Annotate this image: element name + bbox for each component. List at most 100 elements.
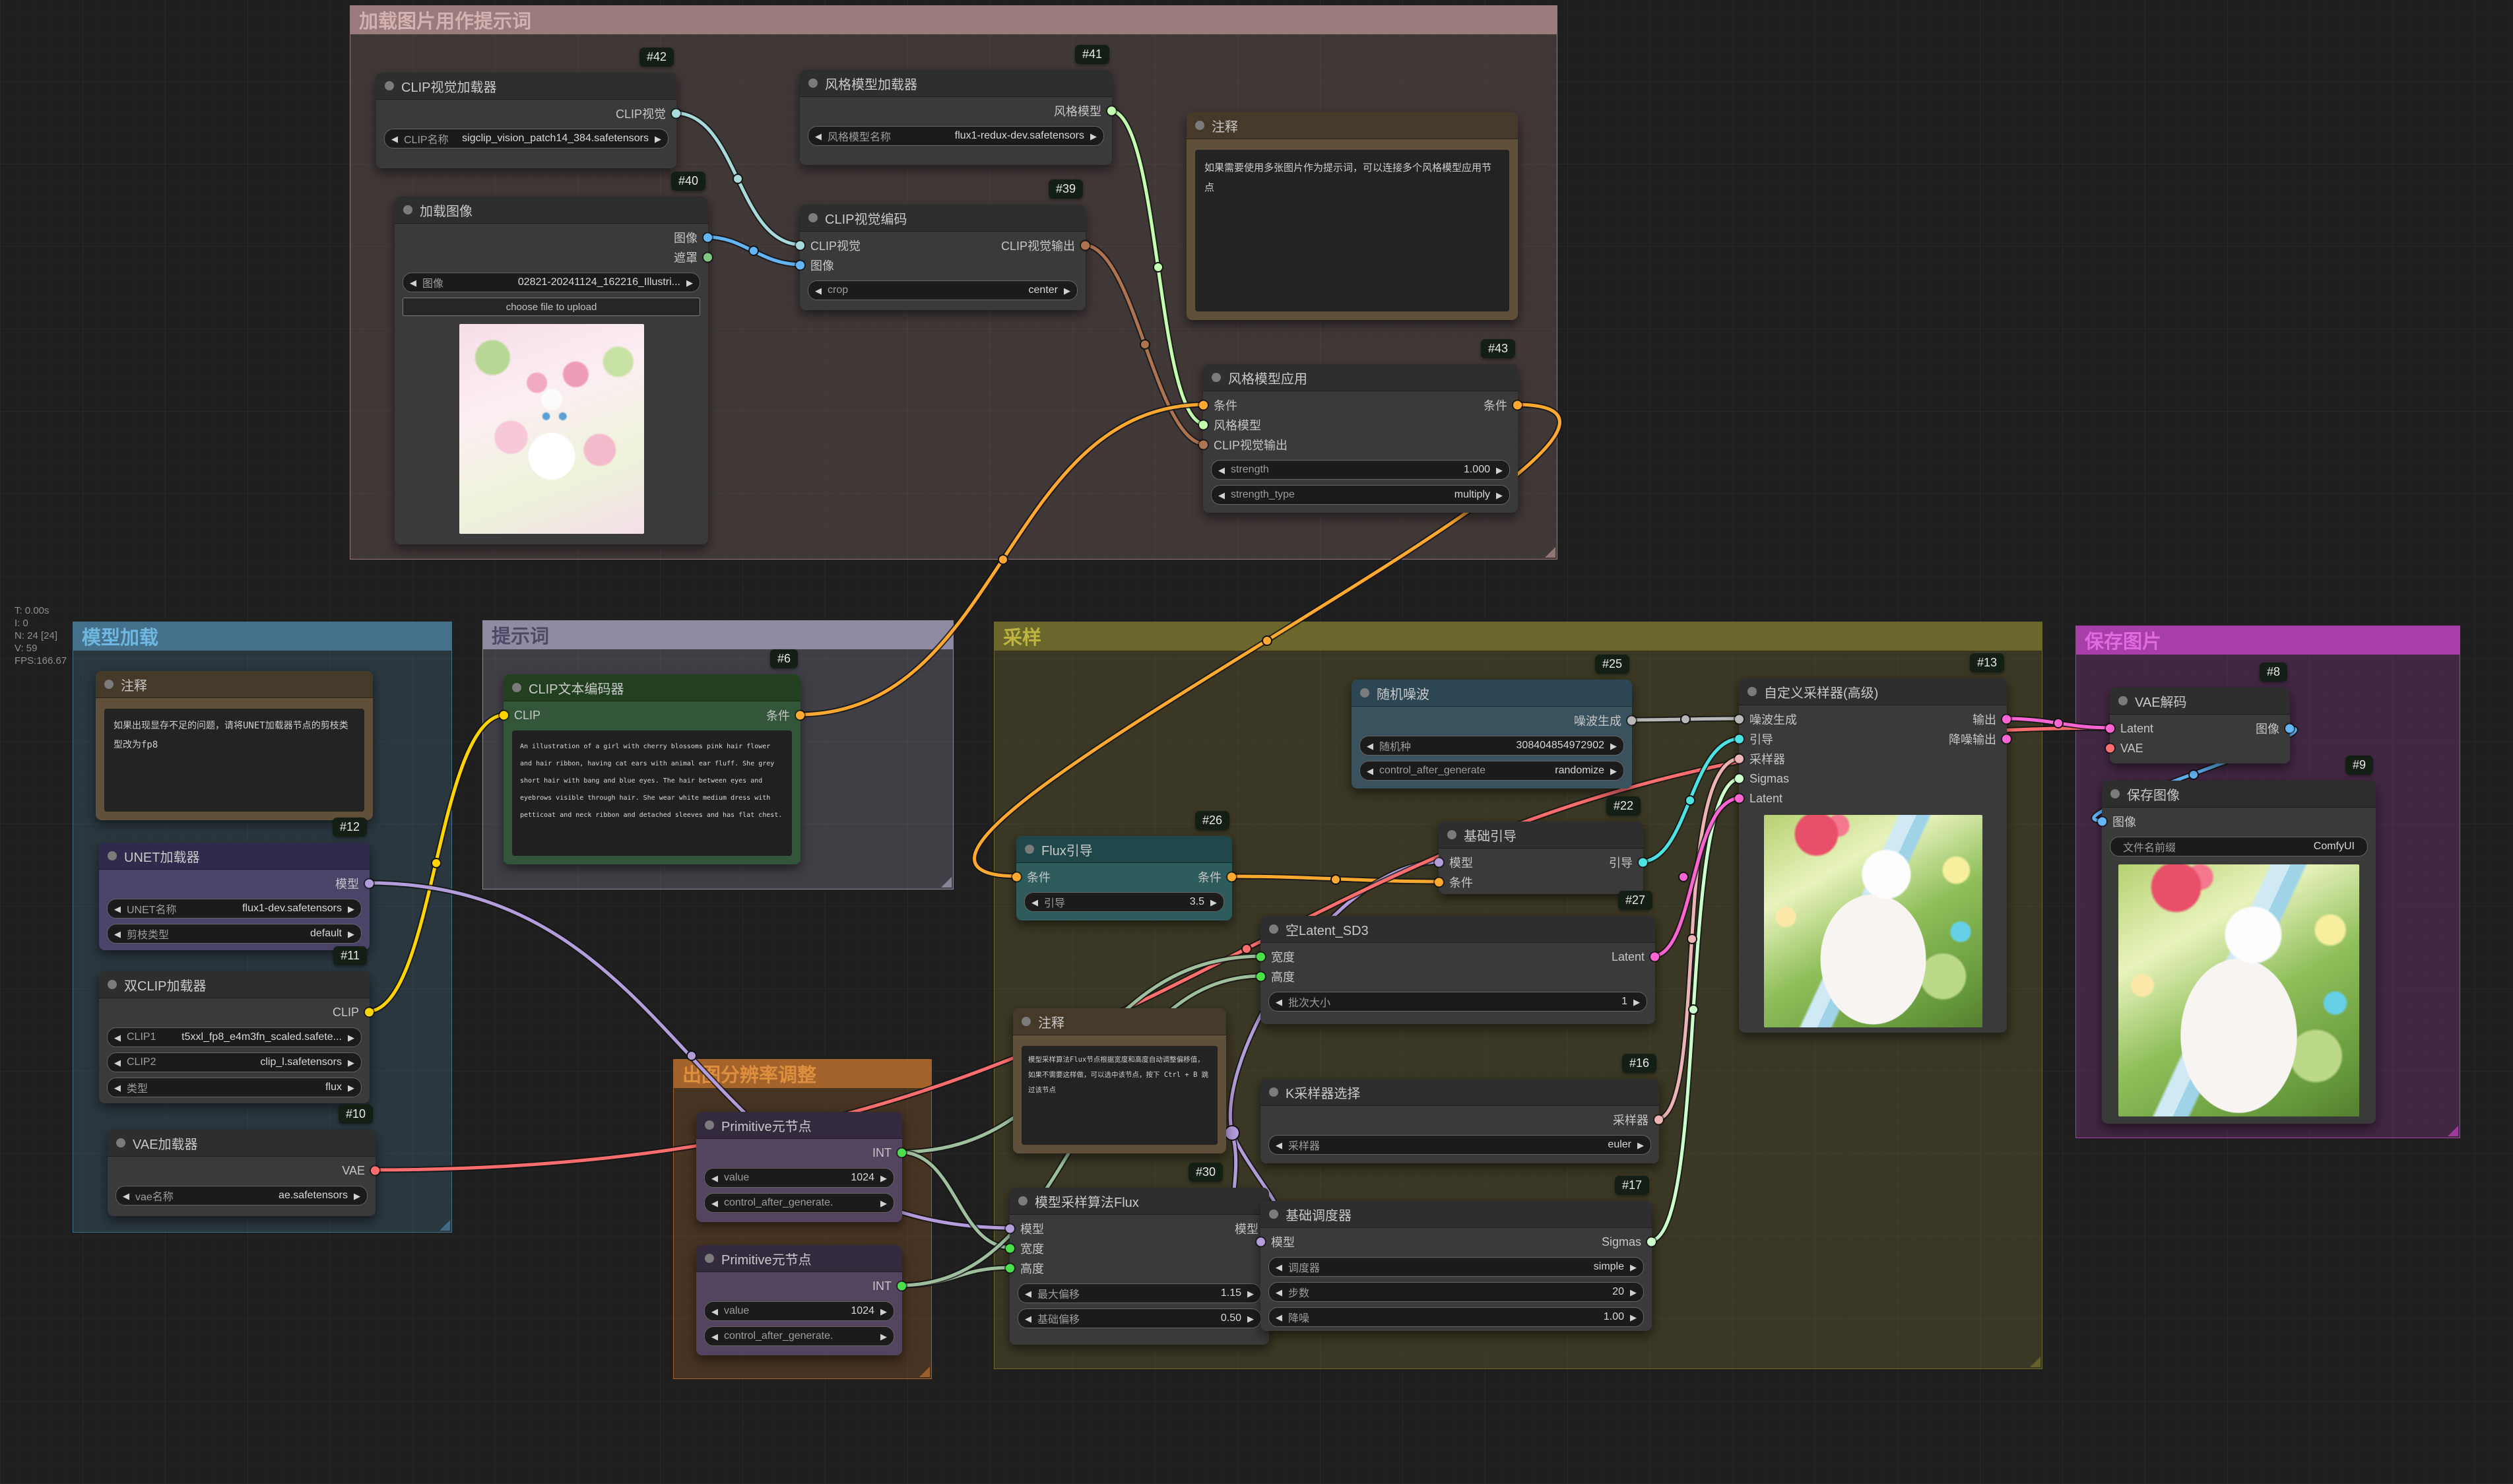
arrow-right-icon[interactable]: ▶ [1496, 466, 1503, 474]
node-header[interactable]: 风格模型应用 [1203, 364, 1518, 391]
prompt-textarea[interactable]: An illustration of a girl with cherry bl… [512, 730, 792, 856]
note-textarea[interactable]: 如果需要使用多张图片作为提示词，可以连接多个风格模型应用节点 [1195, 150, 1509, 311]
collapse-dot-icon[interactable] [108, 980, 117, 989]
slot-dot-image[interactable] [2098, 818, 2106, 826]
widget-scheduler[interactable]: ◀调度器simple▶ [1268, 1257, 1644, 1277]
arrow-left-icon[interactable]: ◀ [114, 1033, 121, 1042]
node-header[interactable]: Primitive元节点 [696, 1112, 902, 1139]
collapse-dot-icon[interactable] [2110, 789, 2120, 798]
arrow-right-icon[interactable]: ▶ [354, 1192, 360, 1200]
arrow-left-icon[interactable]: ◀ [114, 930, 121, 938]
arrow-right-icon[interactable]: ▶ [880, 1307, 887, 1316]
collapse-dot-icon[interactable] [808, 213, 818, 222]
slot-dot-latent[interactable] [2002, 735, 2011, 744]
slot-dot-latent[interactable] [2002, 715, 2011, 724]
collapse-dot-icon[interactable] [2118, 696, 2128, 705]
slot-dot-image[interactable] [703, 234, 712, 242]
collapse-dot-icon[interactable] [705, 1120, 714, 1130]
arrow-right-icon[interactable]: ▶ [1090, 132, 1097, 141]
slot-dot-sigmas[interactable] [1647, 1238, 1656, 1246]
slot-dot-int[interactable] [1006, 1244, 1014, 1253]
arrow-right-icon[interactable]: ▶ [880, 1332, 887, 1341]
widget-vae-name[interactable]: ◀vae名称ae.safetensors▶ [115, 1186, 368, 1206]
upload-button[interactable]: choose file to upload [403, 298, 700, 316]
node-header[interactable]: 随机噪波 [1352, 680, 1632, 707]
widget-sampler-name[interactable]: ◀采样器euler▶ [1268, 1135, 1651, 1155]
node-header[interactable]: UNET加载器 [99, 843, 370, 870]
group-title[interactable]: 提示词 [482, 620, 954, 649]
arrow-left-icon[interactable]: ◀ [1276, 1288, 1282, 1297]
collapse-dot-icon[interactable] [705, 1254, 714, 1263]
arrow-right-icon[interactable]: ▶ [880, 1174, 887, 1182]
slot-dot-latent[interactable] [1735, 794, 1744, 803]
widget-style-model-name[interactable]: ◀风格模型名称flux1-redux-dev.safetensors▶ [808, 126, 1104, 146]
arrow-left-icon[interactable]: ◀ [711, 1307, 718, 1316]
widget-steps[interactable]: ◀步数20▶ [1268, 1282, 1644, 1302]
slot-dot-conditioning[interactable] [1435, 878, 1443, 887]
note-textarea[interactable]: 如果出现显存不足的问题，请将UNET加载器节点的剪枝类型改为fp8 [104, 709, 364, 812]
node-basic-scheduler[interactable]: #17 基础调度器 模型Sigmas ◀调度器simple▶ ◀步数20▶ ◀降… [1260, 1201, 1652, 1331]
arrow-right-icon[interactable]: ▶ [1630, 1313, 1637, 1322]
collapse-dot-icon[interactable] [1269, 1210, 1278, 1219]
widget-guidance[interactable]: ◀引导3.5▶ [1024, 892, 1224, 912]
arrow-left-icon[interactable]: ◀ [1025, 1289, 1031, 1298]
node-note-top[interactable]: 注释 如果需要使用多张图片作为提示词，可以连接多个风格模型应用节点 [1187, 112, 1518, 320]
node-primitive-width[interactable]: Primitive元节点 INT ◀value1024▶ ◀control_af… [696, 1112, 902, 1222]
slot-dot-int[interactable] [898, 1149, 906, 1157]
widget-strength[interactable]: ◀strength1.000▶ [1211, 460, 1510, 480]
collapse-dot-icon[interactable] [1022, 1017, 1031, 1026]
arrow-right-icon[interactable]: ▶ [348, 1083, 354, 1092]
arrow-left-icon[interactable]: ◀ [1276, 1263, 1282, 1272]
slot-dot-clip[interactable] [365, 1008, 374, 1017]
node-save-image[interactable]: #9 保存图像 图像 文件名前缀ComfyUI [2102, 781, 2376, 1124]
node-header[interactable]: CLIP视觉编码 [800, 205, 1086, 232]
node-style-model-apply[interactable]: #43 风格模型应用 条件条件 风格模型 CLIP视觉输出 ◀strength1… [1203, 364, 1518, 513]
arrow-left-icon[interactable]: ◀ [1218, 466, 1225, 474]
slot-dot-guider[interactable] [1735, 735, 1744, 744]
group-title[interactable]: 加载图片用作提示词 [350, 5, 1557, 34]
widget-type[interactable]: ◀类型flux▶ [107, 1078, 362, 1097]
arrow-left-icon[interactable]: ◀ [1367, 742, 1373, 750]
arrow-left-icon[interactable]: ◀ [1276, 998, 1282, 1006]
node-load-image[interactable]: #40 加载图像 图像 遮罩 ◀图像02821-20241124_162216_… [395, 197, 708, 544]
collapse-dot-icon[interactable] [512, 683, 521, 692]
widget-clip1[interactable]: ◀CLIP1t5xxl_fp8_e4m3fn_scaled.safete...▶ [107, 1027, 362, 1047]
node-note-model[interactable]: 注释 如果出现显存不足的问题，请将UNET加载器节点的剪枝类型改为fp8 [96, 671, 373, 820]
slot-dot-clip-vision[interactable] [672, 110, 680, 118]
node-header[interactable]: 注释 [1187, 112, 1518, 139]
node-header[interactable]: 基础调度器 [1260, 1201, 1652, 1228]
arrow-left-icon[interactable]: ◀ [114, 1083, 121, 1092]
collapse-dot-icon[interactable] [1269, 1087, 1278, 1097]
node-header[interactable]: 基础引导 [1439, 822, 1643, 849]
node-header[interactable]: K采样器选择 [1260, 1079, 1659, 1106]
slot-dot-image[interactable] [796, 261, 804, 270]
slot-dot-int[interactable] [1006, 1264, 1014, 1273]
node-primitive-height[interactable]: Primitive元节点 INT ◀value1024▶ ◀control_af… [696, 1245, 902, 1355]
node-header[interactable]: 注释 [96, 671, 373, 698]
arrow-right-icon[interactable]: ▶ [1610, 767, 1617, 775]
arrow-left-icon[interactable]: ◀ [391, 135, 398, 143]
slot-dot-vae[interactable] [371, 1167, 379, 1175]
node-header[interactable]: CLIP视觉加载器 [376, 73, 676, 100]
widget-control-after-generate[interactable]: ◀control_after_generate.▶ [704, 1193, 894, 1213]
arrow-left-icon[interactable]: ◀ [114, 1058, 121, 1067]
arrow-left-icon[interactable]: ◀ [1025, 1314, 1031, 1323]
slot-dot-conditioning[interactable] [1513, 401, 1522, 410]
slot-dot-noise[interactable] [1627, 717, 1636, 725]
arrow-left-icon[interactable]: ◀ [1031, 898, 1038, 907]
widget-unet-name[interactable]: ◀UNET名称flux1-dev.safetensors▶ [107, 899, 362, 919]
node-header[interactable]: 双CLIP加载器 [99, 971, 370, 998]
widget-denoise[interactable]: ◀降噪1.00▶ [1268, 1307, 1644, 1327]
collapse-dot-icon[interactable] [1447, 830, 1456, 839]
widget-image-file[interactable]: ◀图像02821-20241124_162216_Illustri...▶ [403, 273, 700, 292]
node-basic-guider[interactable]: #22 基础引导 模型引导 条件 [1439, 822, 1643, 894]
arrow-right-icon[interactable]: ▶ [1637, 1141, 1644, 1149]
node-header[interactable]: 保存图像 [2102, 781, 2376, 808]
arrow-right-icon[interactable]: ▶ [880, 1199, 887, 1208]
widget-value[interactable]: ◀value1024▶ [704, 1301, 894, 1321]
node-header[interactable]: VAE解码 [2110, 688, 2290, 715]
arrow-right-icon[interactable]: ▶ [348, 1058, 354, 1067]
node-header[interactable]: Primitive元节点 [696, 1245, 902, 1272]
slot-dot-mask[interactable] [703, 253, 712, 262]
node-header[interactable]: Flux引导 [1016, 836, 1232, 863]
